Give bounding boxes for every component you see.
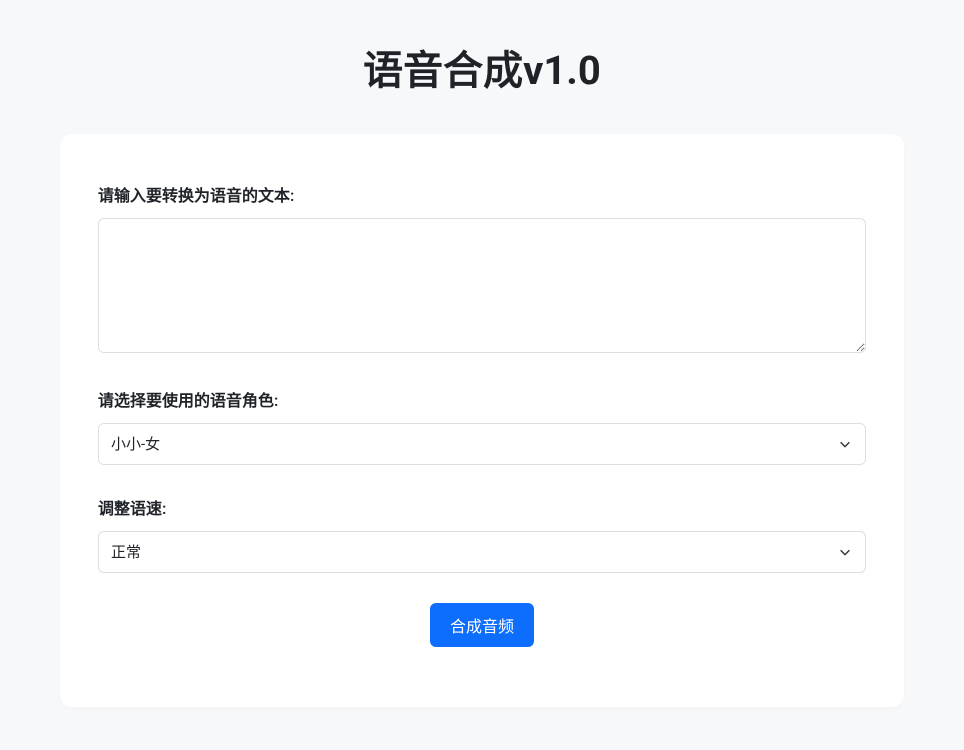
- voice-select-label: 请选择要使用的语音角色:: [98, 387, 866, 411]
- text-input[interactable]: [98, 218, 866, 353]
- text-input-group: 请输入要转换为语音的文本:: [98, 182, 866, 357]
- form-card: 请输入要转换为语音的文本: 请选择要使用的语音角色: 小小-女 调整语速: 正常…: [60, 134, 904, 707]
- submit-row: 合成音频: [98, 603, 866, 647]
- speed-select-group: 调整语速: 正常: [98, 495, 866, 573]
- text-input-label: 请输入要转换为语音的文本:: [98, 182, 866, 206]
- speed-select[interactable]: 正常: [98, 531, 866, 573]
- voice-select[interactable]: 小小-女: [98, 423, 866, 465]
- submit-button[interactable]: 合成音频: [430, 603, 534, 647]
- voice-select-group: 请选择要使用的语音角色: 小小-女: [98, 387, 866, 465]
- page-title: 语音合成v1.0: [0, 0, 964, 134]
- speed-select-label: 调整语速:: [98, 495, 866, 519]
